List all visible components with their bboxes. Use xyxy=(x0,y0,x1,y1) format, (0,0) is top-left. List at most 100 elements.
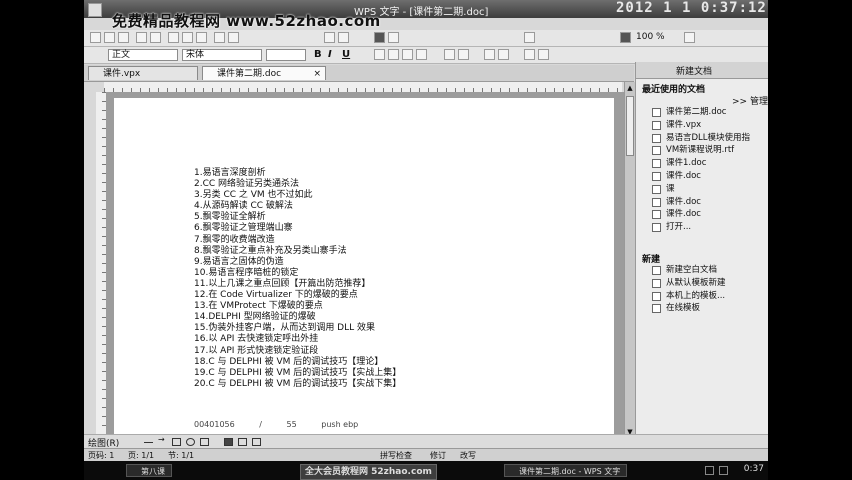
course-line[interactable]: 17.以 API 形式快速锁定验证段 xyxy=(194,346,401,357)
help-icon[interactable] xyxy=(684,32,695,43)
status-overwrite[interactable]: 改写 xyxy=(460,450,476,461)
line-color-icon[interactable] xyxy=(238,438,247,446)
course-line[interactable]: 4.从源码解读 CC 破解法 xyxy=(194,201,401,212)
course-line[interactable]: 15.伪装外挂客户端，从而达到调用 DLL 效果 xyxy=(194,323,401,334)
align-right-icon[interactable] xyxy=(402,49,413,60)
ellipse-icon[interactable] xyxy=(186,438,195,446)
fill-color-icon[interactable] xyxy=(224,438,233,446)
justify-icon[interactable] xyxy=(416,49,427,60)
drawing-icon[interactable] xyxy=(374,32,385,43)
course-line[interactable]: 16.以 API 去快速锁定呼出外挂 xyxy=(194,334,401,345)
local-templates-item[interactable]: 本机上的模板... xyxy=(652,290,726,303)
course-line[interactable]: 2.CC 网络验证另类通杀法 xyxy=(194,179,401,190)
course-line[interactable]: 11.以上几课之重点回顾【开篇出防范推荐】 xyxy=(194,279,401,290)
new-blank-item[interactable]: 新建空白文档 xyxy=(652,264,726,277)
course-line[interactable]: 10.易语言程序暗桩的锁定 xyxy=(194,268,401,279)
rectangle-icon[interactable] xyxy=(172,438,181,446)
indent-icon[interactable] xyxy=(484,49,495,60)
align-center-icon[interactable] xyxy=(388,49,399,60)
hyperlink-icon[interactable] xyxy=(388,32,399,43)
scroll-up-icon[interactable]: ▲ xyxy=(626,84,634,92)
watermark-text: 免费精品教程网 www.52zhao.com xyxy=(112,12,381,30)
align-left-icon[interactable] xyxy=(374,49,385,60)
tray-clock[interactable]: 0:37 xyxy=(744,464,764,474)
course-line[interactable]: 5.飘零验证全解析 xyxy=(194,212,401,223)
open-icon[interactable] xyxy=(104,32,115,43)
doc-icon xyxy=(652,159,661,169)
recent-doc-item[interactable]: 课件1.doc xyxy=(652,157,750,170)
font-color-icon[interactable] xyxy=(538,49,549,60)
recent-doc-item[interactable]: VM新课程说明.rtf xyxy=(652,144,750,157)
course-line[interactable]: 19.C 与 DELPHI 被 VM 后的调试技巧【实战上集】 xyxy=(194,368,401,379)
tab-courseware-doc[interactable]: 课件第二期.doc × xyxy=(202,66,326,80)
recent-doc-label: 易语言DLL模块使用指 xyxy=(666,132,751,143)
insert-image-icon[interactable] xyxy=(524,32,535,43)
course-line[interactable]: 9.易语言之固体的伪造 xyxy=(194,257,401,268)
print-icon[interactable] xyxy=(136,32,147,43)
copy-icon[interactable] xyxy=(182,32,193,43)
course-line[interactable]: 12.在 Code Virtualizer 下的爆破的要点 xyxy=(194,290,401,301)
recent-doc-item[interactable]: 课件.doc xyxy=(652,170,750,183)
recent-doc-label: 课件.doc xyxy=(666,170,701,181)
code-line[interactable]: 00401056 / 55 push ebp xyxy=(194,420,380,429)
show-marks-icon[interactable] xyxy=(620,32,631,43)
recent-doc-label: 课件第二期.doc xyxy=(666,107,727,117)
zoom-level[interactable]: 100 % xyxy=(636,32,665,42)
document-page[interactable]: 1.易语言深度剖析 2.CC 网络验证另类通杀法 3.另类 CC 之 VM 也不… xyxy=(114,98,614,438)
underline-button[interactable]: U xyxy=(342,49,350,60)
course-line[interactable]: 3.另类 CC 之 VM 也不过如此 xyxy=(194,190,401,201)
new-icon[interactable] xyxy=(90,32,101,43)
taskbar-item[interactable]: 第八课 xyxy=(126,464,172,477)
highlight-icon[interactable] xyxy=(524,49,535,60)
textbox-icon[interactable] xyxy=(200,438,209,446)
course-line[interactable]: 14.DELPHI 型网络验证的爆破 xyxy=(194,312,401,323)
taskbar-item[interactable]: 课件第二期.doc - WPS 文字 xyxy=(504,464,628,477)
font-size-select[interactable] xyxy=(266,49,306,61)
course-line[interactable]: 7.飘零的收费端改造 xyxy=(194,235,401,246)
vertical-scrollbar[interactable]: ▲ ▼ xyxy=(624,82,635,438)
course-line[interactable]: 8.飘零验证之重点补充及另类山寨手法 xyxy=(194,246,401,257)
recent-doc-item[interactable]: 课件第二期.doc xyxy=(652,106,750,119)
course-line[interactable]: 6.飘零验证之管理端山寨 xyxy=(194,223,401,234)
arrow-icon[interactable]: → xyxy=(158,435,167,444)
shadow-icon[interactable] xyxy=(252,438,261,446)
recent-doc-label: 课 xyxy=(666,183,675,194)
doc-icon xyxy=(652,210,661,220)
scroll-thumb[interactable] xyxy=(626,96,634,156)
undo-icon[interactable] xyxy=(214,32,225,43)
bold-button[interactable]: B xyxy=(314,49,322,60)
app-icon[interactable] xyxy=(88,3,102,17)
status-spellcheck[interactable]: 拼写检查 xyxy=(380,450,412,461)
cut-icon[interactable] xyxy=(168,32,179,43)
table-icon[interactable] xyxy=(324,32,335,43)
outdent-icon[interactable] xyxy=(498,49,509,60)
recent-doc-item[interactable]: 课件.doc xyxy=(652,208,750,221)
save-icon[interactable] xyxy=(118,32,129,43)
recent-doc-item[interactable]: 课件.doc xyxy=(652,196,750,209)
volume-icon[interactable] xyxy=(719,466,728,475)
course-line[interactable]: 18.C 与 DELPHI 被 VM 后的调试技巧【理论】 xyxy=(194,357,401,368)
paste-icon[interactable] xyxy=(196,32,207,43)
print-preview-icon[interactable] xyxy=(150,32,161,43)
online-templates-item[interactable]: 在线模板 xyxy=(652,302,726,315)
close-icon[interactable]: × xyxy=(313,67,321,81)
status-track-changes[interactable]: 修订 xyxy=(430,450,446,461)
tab-courseware-vpx[interactable]: 课件.vpx xyxy=(88,66,198,80)
recent-doc-item[interactable]: 课件.vpx xyxy=(652,119,750,132)
network-icon[interactable] xyxy=(705,466,714,475)
style-select[interactable]: 正文 xyxy=(108,49,178,61)
open-item[interactable]: 打开... xyxy=(652,221,750,234)
recent-doc-item[interactable]: 课 xyxy=(652,183,750,196)
course-line[interactable]: 13.在 VMProtect 下爆破的要点 xyxy=(194,301,401,312)
course-line[interactable]: 20.C 与 DELPHI 被 VM 后的调试技巧【实战下集】 xyxy=(194,379,401,390)
font-select[interactable]: 宋体 xyxy=(182,49,262,61)
task-pane-header[interactable]: 新建文档 xyxy=(636,62,768,79)
columns-icon[interactable] xyxy=(338,32,349,43)
redo-icon[interactable] xyxy=(228,32,239,43)
numbering-icon[interactable] xyxy=(444,49,455,60)
recent-doc-item[interactable]: 易语言DLL模块使用指 xyxy=(652,132,750,145)
italic-button[interactable]: I xyxy=(328,49,332,60)
bullets-icon[interactable] xyxy=(458,49,469,60)
course-line[interactable]: 1.易语言深度剖析 xyxy=(194,168,401,179)
new-default-template-item[interactable]: 从默认模板新建 xyxy=(652,277,726,290)
